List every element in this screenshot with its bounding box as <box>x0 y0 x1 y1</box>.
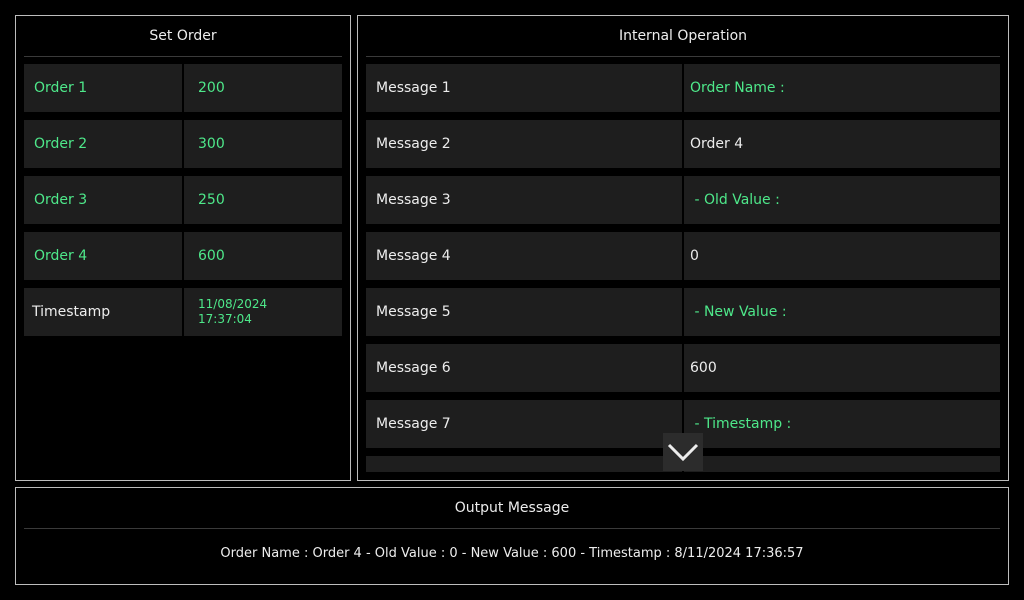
message-2-value: Order 4 <box>684 120 1000 168</box>
output-message-panel: Output Message Order Name : Order 4 - Ol… <box>15 487 1009 585</box>
order-row-3: Order 3 250 <box>24 176 342 224</box>
set-order-panel: Set Order Order 1 200 Order 2 300 Order … <box>15 15 351 481</box>
order-4-value[interactable]: 600 <box>184 232 342 280</box>
order-4-label: Order 4 <box>24 232 182 280</box>
message-4-value: 0 <box>684 232 1000 280</box>
message-1-value: Order Name : <box>684 64 1000 112</box>
message-3-label: Message 3 <box>366 176 682 224</box>
message-row-3: Message 3 - Old Value : <box>366 176 1000 224</box>
output-message-title: Output Message <box>24 488 1000 529</box>
message-5-label: Message 5 <box>366 288 682 336</box>
order-row-4: Order 4 600 <box>24 232 342 280</box>
message-4-label: Message 4 <box>366 232 682 280</box>
message-row-5: Message 5 - New Value : <box>366 288 1000 336</box>
order-2-label: Order 2 <box>24 120 182 168</box>
message-1-label: Message 1 <box>366 64 682 112</box>
message-3-value: - Old Value : <box>684 176 1000 224</box>
message-2-label: Message 2 <box>366 120 682 168</box>
message-6-label: Message 6 <box>366 344 682 392</box>
message-5-value: - New Value : <box>684 288 1000 336</box>
message-6-value: 600 <box>684 344 1000 392</box>
message-8-label <box>366 456 682 472</box>
order-row-2: Order 2 300 <box>24 120 342 168</box>
timestamp-value: 11/08/2024 17:37:04 <box>184 288 342 336</box>
internal-operation-panel: Internal Operation Message 1 Order Name … <box>357 15 1009 481</box>
order-1-value[interactable]: 200 <box>184 64 342 112</box>
timestamp-date: 11/08/2024 <box>198 297 268 311</box>
scroll-down-button[interactable] <box>663 433 703 471</box>
chevron-down-icon <box>667 443 699 462</box>
order-row-1: Order 1 200 <box>24 64 342 112</box>
timestamp-row: Timestamp 11/08/2024 17:37:04 <box>24 288 342 336</box>
message-7-value: - Timestamp : <box>684 400 1000 448</box>
order-3-value[interactable]: 250 <box>184 176 342 224</box>
order-2-value[interactable]: 300 <box>184 120 342 168</box>
set-order-title: Set Order <box>24 16 342 57</box>
output-message-text: Order Name : Order 4 - Old Value : 0 - N… <box>220 546 804 561</box>
message-row-6: Message 6 600 <box>366 344 1000 392</box>
timestamp-time: 17:37:04 <box>198 312 252 326</box>
message-row-2: Message 2 Order 4 <box>366 120 1000 168</box>
order-1-label: Order 1 <box>24 64 182 112</box>
message-row-1: Message 1 Order Name : <box>366 64 1000 112</box>
timestamp-label: Timestamp <box>24 288 182 336</box>
order-3-label: Order 3 <box>24 176 182 224</box>
message-7-label: Message 7 <box>366 400 682 448</box>
message-row-4: Message 4 0 <box>366 232 1000 280</box>
message-8-value <box>684 456 1000 472</box>
internal-operation-title: Internal Operation <box>366 16 1000 57</box>
